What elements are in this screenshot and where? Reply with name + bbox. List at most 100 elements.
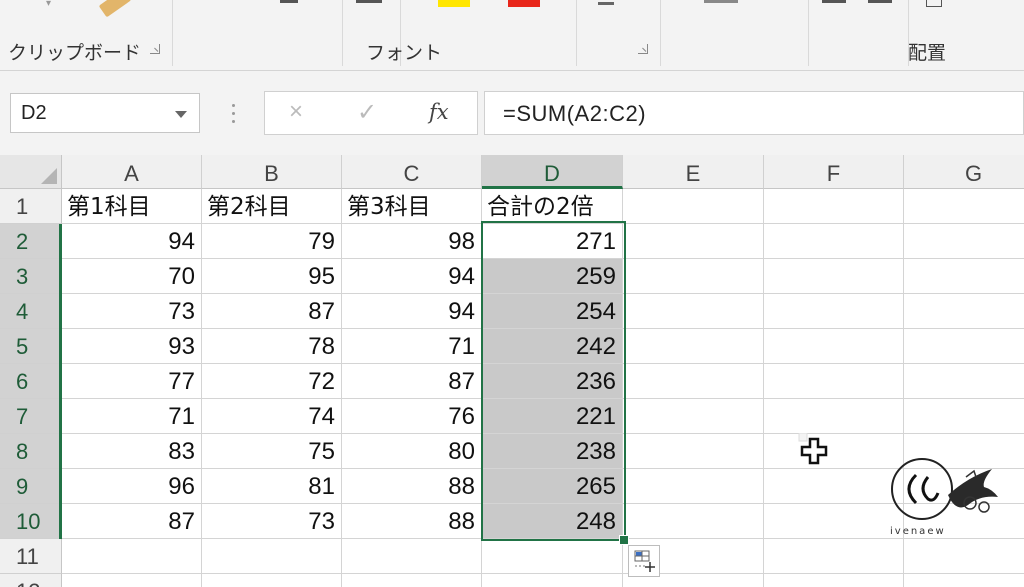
cell-c2[interactable]: 98 — [342, 224, 482, 259]
cell-c10[interactable]: 88 — [342, 504, 482, 539]
chevron-down-icon[interactable] — [175, 111, 187, 118]
cell-b2[interactable]: 79 — [202, 224, 342, 259]
font-launcher-icon[interactable] — [638, 44, 648, 54]
formula-input[interactable]: =SUM(A2:C2) — [484, 91, 1024, 135]
cell-g2[interactable] — [904, 224, 1024, 259]
cell-a10[interactable]: 87 — [62, 504, 202, 539]
cell-b11[interactable] — [202, 539, 342, 574]
column-header-e[interactable]: E — [623, 155, 764, 189]
cell-e5[interactable] — [623, 329, 764, 364]
cell-f12[interactable] — [764, 574, 904, 587]
row-header-4[interactable]: 4 — [0, 294, 62, 329]
cell-f7[interactable] — [764, 399, 904, 434]
cell-b10[interactable]: 73 — [202, 504, 342, 539]
cell-e1[interactable] — [623, 189, 764, 224]
cell-c12[interactable] — [342, 574, 482, 587]
cell-e8[interactable] — [623, 434, 764, 469]
column-header-a[interactable]: A — [62, 155, 202, 189]
enter-icon[interactable]: ✓ — [357, 98, 377, 127]
cell-c3[interactable]: 94 — [342, 259, 482, 294]
cell-e4[interactable] — [623, 294, 764, 329]
column-header-f[interactable]: F — [764, 155, 904, 189]
quick-analysis-button[interactable] — [628, 545, 660, 577]
cell-b3[interactable]: 95 — [202, 259, 342, 294]
paste-dropdown-arrow[interactable]: ▾ — [46, 0, 56, 9]
cell-c5[interactable]: 71 — [342, 329, 482, 364]
cell-d6[interactable]: 236 — [482, 364, 623, 399]
cell-d10[interactable]: 248 — [482, 504, 623, 539]
cell-a6[interactable]: 77 — [62, 364, 202, 399]
cell-a8[interactable]: 83 — [62, 434, 202, 469]
cell-b7[interactable]: 74 — [202, 399, 342, 434]
formula-bar-grip-icon[interactable] — [232, 101, 236, 127]
cell-b6[interactable]: 72 — [202, 364, 342, 399]
cell-e10[interactable] — [623, 504, 764, 539]
cell-c4[interactable]: 94 — [342, 294, 482, 329]
cell-a2[interactable]: 94 — [62, 224, 202, 259]
border-button-icon[interactable] — [356, 0, 382, 3]
cell-d8[interactable]: 238 — [482, 434, 623, 469]
cell-b9[interactable]: 81 — [202, 469, 342, 504]
cell-f11[interactable] — [764, 539, 904, 574]
worksheet-grid[interactable]: ABCDEFG 123456789101112 第1科目第2科目第3科目合計の2… — [0, 155, 1024, 587]
cell-g3[interactable] — [904, 259, 1024, 294]
name-box[interactable]: D2 — [10, 93, 200, 133]
cell-d12[interactable] — [482, 574, 623, 587]
cell-g1[interactable] — [904, 189, 1024, 224]
cell-d11[interactable] — [482, 539, 623, 574]
cell-d4[interactable]: 254 — [482, 294, 623, 329]
cell-a12[interactable] — [62, 574, 202, 587]
cell-b1[interactable]: 第2科目 — [202, 189, 342, 224]
select-all-corner[interactable] — [0, 155, 62, 189]
align-top-icon[interactable] — [704, 0, 738, 3]
row-header-1[interactable]: 1 — [0, 189, 62, 224]
column-header-c[interactable]: C — [342, 155, 482, 189]
cell-a4[interactable]: 73 — [62, 294, 202, 329]
font-color-swatch[interactable] — [508, 0, 540, 7]
cell-a9[interactable]: 96 — [62, 469, 202, 504]
cell-f9[interactable] — [764, 469, 904, 504]
cell-c7[interactable]: 76 — [342, 399, 482, 434]
cell-c11[interactable] — [342, 539, 482, 574]
fill-handle[interactable] — [619, 535, 629, 545]
cell-f4[interactable] — [764, 294, 904, 329]
row-header-7[interactable]: 7 — [0, 399, 62, 434]
indent-increase-icon[interactable] — [868, 0, 892, 3]
cell-d1[interactable]: 合計の2倍 — [482, 189, 623, 224]
cell-g4[interactable] — [904, 294, 1024, 329]
cell-g5[interactable] — [904, 329, 1024, 364]
cell-b4[interactable]: 87 — [202, 294, 342, 329]
cancel-icon[interactable]: × — [289, 98, 303, 126]
row-header-10[interactable]: 10 — [0, 504, 62, 539]
cell-g7[interactable] — [904, 399, 1024, 434]
cell-c1[interactable]: 第3科目 — [342, 189, 482, 224]
column-header-g[interactable]: G — [904, 155, 1024, 189]
cell-c6[interactable]: 87 — [342, 364, 482, 399]
phonetic-guide-icon[interactable] — [598, 2, 614, 5]
cell-b8[interactable]: 75 — [202, 434, 342, 469]
row-header-8[interactable]: 8 — [0, 434, 62, 469]
column-header-d[interactable]: D — [482, 155, 623, 189]
cell-a1[interactable]: 第1科目 — [62, 189, 202, 224]
row-header-3[interactable]: 3 — [0, 259, 62, 294]
cell-g11[interactable] — [904, 539, 1024, 574]
cell-e7[interactable] — [623, 399, 764, 434]
cell-e2[interactable] — [623, 224, 764, 259]
row-header-2[interactable]: 2 — [0, 224, 62, 259]
cell-c8[interactable]: 80 — [342, 434, 482, 469]
wrap-text-icon[interactable] — [926, 0, 942, 7]
cell-a11[interactable] — [62, 539, 202, 574]
cell-f5[interactable] — [764, 329, 904, 364]
cell-d5[interactable]: 242 — [482, 329, 623, 364]
cell-f6[interactable] — [764, 364, 904, 399]
cell-g12[interactable] — [904, 574, 1024, 587]
cell-f2[interactable] — [764, 224, 904, 259]
cell-f10[interactable] — [764, 504, 904, 539]
clipboard-launcher-icon[interactable] — [150, 44, 160, 54]
cell-e9[interactable] — [623, 469, 764, 504]
cell-b12[interactable] — [202, 574, 342, 587]
cell-g6[interactable] — [904, 364, 1024, 399]
cell-e6[interactable] — [623, 364, 764, 399]
font-button-icon[interactable] — [280, 0, 298, 3]
indent-icon[interactable] — [822, 0, 846, 3]
